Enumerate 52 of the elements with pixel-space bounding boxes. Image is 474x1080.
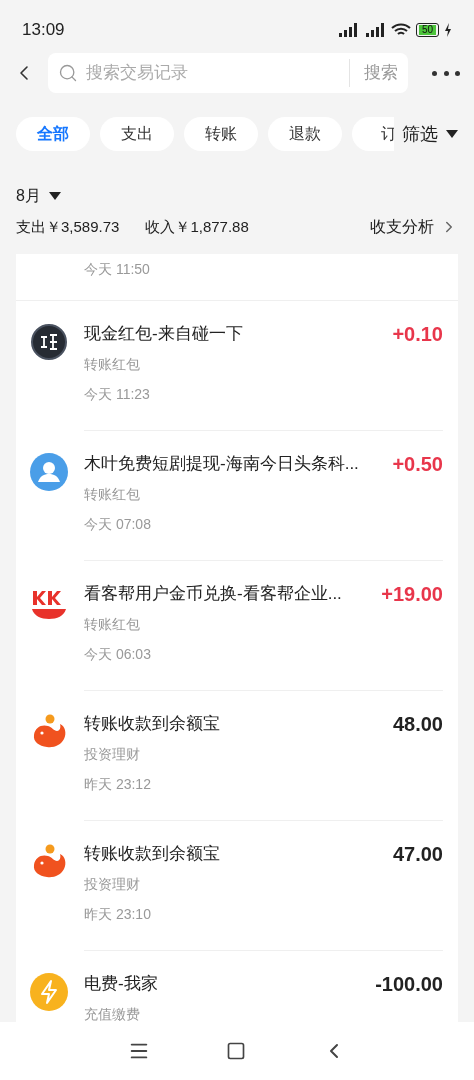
transaction-title: 木叶免费短剧提现-海南今日头条科...: [84, 453, 359, 476]
expense-total: 支出￥3,589.73: [16, 216, 120, 237]
transaction-item[interactable]: 看客帮用户金币兑换-看客帮企业... +19.00 转账红包 今天 06:03: [16, 561, 458, 691]
transaction-amount: +19.00: [380, 582, 443, 607]
analysis-link[interactable]: 收支分析: [370, 215, 458, 239]
transaction-time: 今天 11:50: [84, 260, 150, 279]
signal-icon: [363, 23, 386, 37]
caret-icon: [446, 130, 458, 138]
income-total: 收入￥1,877.88: [145, 216, 249, 237]
transaction-category: 投资理财: [84, 744, 140, 764]
transaction-amount: -100.00: [374, 972, 443, 997]
transaction-title: 转账收款到余额宝: [84, 713, 220, 736]
home-button[interactable]: [226, 1041, 246, 1061]
filter-tab[interactable]: 转账: [184, 117, 258, 151]
transaction-item[interactable]: 转账收款到余额宝 47.00 投资理财 昨天 23:10: [16, 821, 458, 951]
transaction-item[interactable]: 转账收款到余额宝 48.00 投资理财 昨天 23:12: [16, 691, 458, 821]
signal-icon: [336, 23, 359, 37]
transaction-time: 昨天 23:12: [84, 774, 151, 794]
month-selector[interactable]: 8月: [16, 183, 61, 209]
transaction-category: 转账红包: [84, 614, 140, 634]
transaction-amount: 47.00: [391, 842, 443, 867]
transaction-time: 今天 06:03: [84, 644, 151, 664]
round-logo-icon: [30, 323, 68, 361]
charging-icon: [444, 23, 452, 37]
transaction-item[interactable]: 木叶免费短剧提现-海南今日头条科... +0.50 转账红包 今天 07:08: [16, 431, 458, 561]
transaction-time: 昨天 23:10: [84, 904, 151, 924]
square-icon: [226, 1041, 246, 1061]
clock-time: 13:09: [22, 19, 65, 41]
filter-tab[interactable]: 支出: [100, 117, 174, 151]
search-icon: [58, 63, 78, 83]
transaction-item[interactable]: 电费-我家 -100.00 充值缴费: [16, 951, 458, 1022]
transaction-amount: 48.00: [391, 712, 443, 737]
filter-tab[interactable]: 退款: [268, 117, 342, 151]
filter-tab[interactable]: 全部: [16, 117, 90, 151]
transaction-amount: +0.10: [391, 322, 443, 347]
lightning-icon: [30, 973, 68, 1011]
transaction-category: 投资理财: [84, 874, 140, 894]
wifi-icon: [390, 23, 411, 37]
transaction-amount: +0.50: [391, 452, 443, 477]
caret-icon: [48, 192, 61, 200]
battery-indicator: 50: [415, 23, 439, 37]
transaction-category: 充值缴费: [84, 1004, 140, 1022]
avatar-icon: [30, 453, 68, 491]
transaction-item[interactable]: 现金红包-来自碰一下 +0.10 转账红包 今天 11:23: [16, 301, 458, 431]
transaction-title: 转账收款到余额宝: [84, 843, 220, 866]
transaction-category: 转账红包: [84, 354, 140, 374]
transaction-title: 电费-我家: [84, 973, 158, 996]
transaction-category: 转账红包: [84, 484, 140, 504]
transaction-time: 今天 07:08: [84, 514, 151, 534]
transaction-title: 现金红包-来自碰一下: [84, 323, 243, 346]
transaction-title: 看客帮用户金币兑换-看客帮企业...: [84, 583, 342, 606]
transaction-time: 今天 11:23: [84, 384, 150, 404]
